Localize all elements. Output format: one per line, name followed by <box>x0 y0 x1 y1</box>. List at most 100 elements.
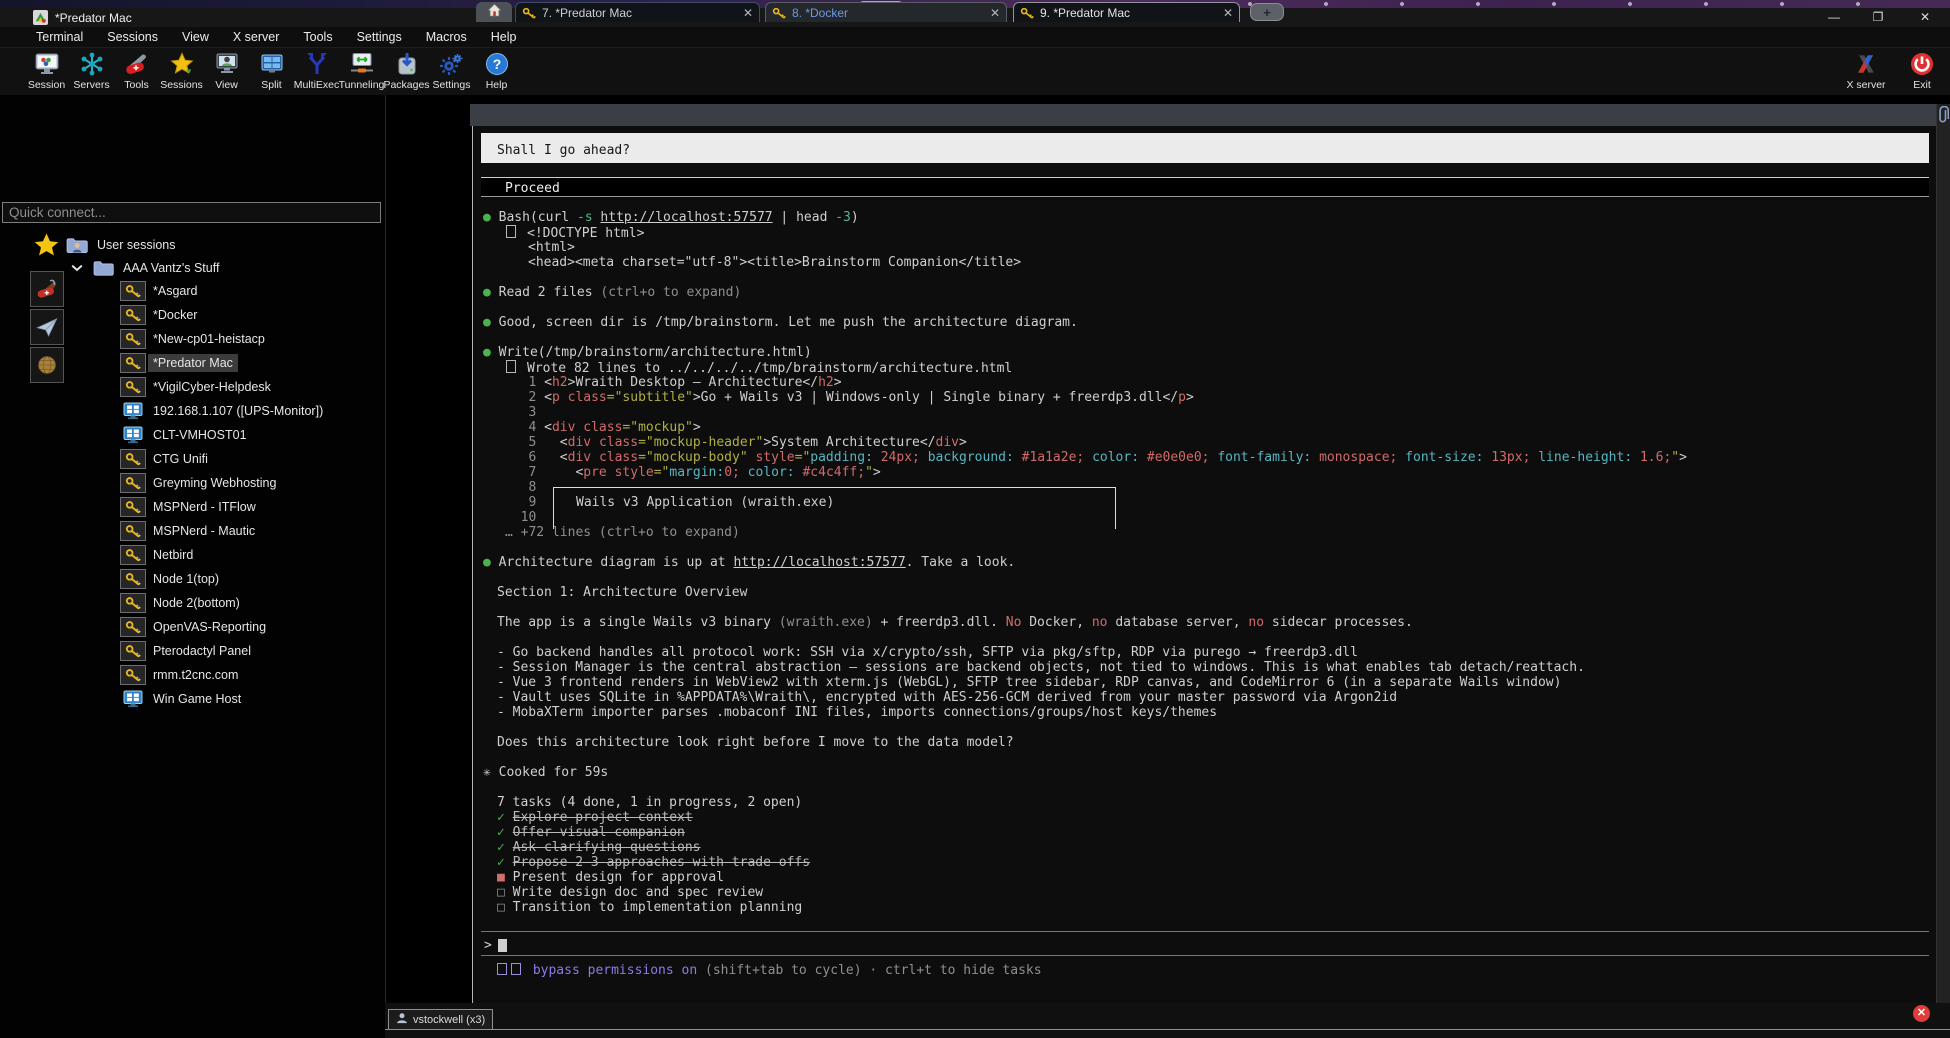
terminal-line: 7 <pre style="margin:0; color: #c4c4ff;"… <box>505 465 881 480</box>
toolbar-label: Exit <box>1913 79 1931 91</box>
terminal-line: ✓ Offer visual companion <box>497 825 685 840</box>
toolbar-label: Tools <box>124 79 149 91</box>
view-icon <box>214 51 240 77</box>
ssh-key-icon <box>120 665 146 685</box>
session-item-win-game-host[interactable]: Win Game Host <box>120 688 241 710</box>
toolbar-exit-button[interactable]: Exit <box>1894 48 1950 95</box>
session-item-node-1-top[interactable]: Node 1(top) <box>120 568 219 590</box>
session-item-rmm-t2cnc-com[interactable]: rmm.t2cnc.com <box>120 664 238 686</box>
toolbar-servers-button[interactable]: Servers <box>69 48 114 95</box>
toolbar-multiexec-button[interactable]: MultiExec <box>294 48 339 95</box>
tab-7-predator-mac[interactable]: 7. *Predator Mac✕ <box>515 2 760 22</box>
toolbar-label: X server <box>1846 79 1885 91</box>
session-item-vigilcyber-helpdesk[interactable]: *VigilCyber-Helpdesk <box>120 376 271 398</box>
terminal-line: 8 <box>505 480 536 495</box>
session-item-mspnerd-mautic[interactable]: MSPNerd - Mautic <box>120 520 255 542</box>
session-item-mspnerd-itflow[interactable]: MSPNerd - ITFlow <box>120 496 256 518</box>
menu-settings[interactable]: Settings <box>345 27 414 48</box>
terminal-line: ● Good, screen dir is /tmp/brainstorm. L… <box>483 315 1078 330</box>
session-item-greyming-webhosting[interactable]: Greyming Webhosting <box>120 472 276 494</box>
toolbar-right-group: X server Exit <box>1838 48 1950 95</box>
tab-9-predator-mac[interactable]: 9. *Predator Mac✕ <box>1013 2 1240 22</box>
menu-macros[interactable]: Macros <box>414 27 479 48</box>
session-item-docker[interactable]: *Docker <box>120 304 197 326</box>
toolbar-label: MultiExec <box>294 79 340 91</box>
session-label: OpenVAS-Reporting <box>153 620 266 634</box>
session-item-asgard[interactable]: *Asgard <box>120 280 197 302</box>
user-session-button[interactable]: vstockwell (x3) <box>388 1009 493 1030</box>
quick-connect-input[interactable] <box>2 202 381 223</box>
paperclip-icon[interactable] <box>1937 106 1949 123</box>
globe-icon[interactable] <box>30 347 64 383</box>
maximize-button[interactable]: ❐ <box>1858 8 1898 27</box>
tree-folder-aaa-vantz[interactable]: AAA Vantz's Stuff <box>71 257 219 279</box>
toolbar-x-server-button[interactable]: X server <box>1838 48 1894 95</box>
ssh-key-icon <box>120 593 146 613</box>
toolbar-label: Split <box>261 79 281 91</box>
new-tab-button[interactable]: + <box>1250 3 1284 21</box>
tab-8-docker[interactable]: 8. *Docker✕ <box>765 2 1007 22</box>
rdp-monitor-icon <box>120 425 146 445</box>
tab-close-icon[interactable]: ✕ <box>1215 6 1233 20</box>
session-label: Node 1(top) <box>153 572 219 586</box>
dialog-option-proceed[interactable]: Proceed <box>481 177 1929 197</box>
toolbar-packages-button[interactable]: Packages <box>384 48 429 95</box>
tab-home[interactable] <box>476 2 512 22</box>
tools-knife-icon[interactable] <box>30 271 64 307</box>
toolbar-sessions-button[interactable]: Sessions <box>159 48 204 95</box>
session-item-clt-vmhost01[interactable]: CLT-VMHOST01 <box>120 424 247 446</box>
terminal-line: 7 tasks (4 done, 1 in progress, 2 open) <box>497 795 802 810</box>
toolbar-session-button[interactable]: Session <box>24 48 69 95</box>
terminal-line: - Session Manager is the central abstrac… <box>497 660 1585 675</box>
toolbar-label: Packages <box>383 79 429 91</box>
toolbar-settings-button[interactable]: Settings <box>429 48 474 95</box>
terminal-line: - MobaXTerm importer parses .mobaconf IN… <box>497 705 1217 720</box>
toolbar-tunneling-button[interactable]: Tunneling <box>339 48 384 95</box>
terminal-line: Wrote 82 lines to ../../../../tmp/brains… <box>505 360 1012 375</box>
dialog-option-text: Proceed <box>505 181 560 196</box>
menu-help[interactable]: Help <box>479 27 529 48</box>
session-label: MSPNerd - Mautic <box>153 524 255 538</box>
terminal-scrollbar[interactable] <box>1936 104 1950 1030</box>
terminal-line: ✓ Propose 2-3 approaches with trade-offs <box>497 855 810 870</box>
terminal-line: ✓ Ask clarifying questions <box>497 840 701 855</box>
close-button[interactable]: ✕ <box>1905 8 1945 27</box>
session-item-node-2-bottom[interactable]: Node 2(bottom) <box>120 592 240 614</box>
tab-close-icon[interactable]: ✕ <box>735 6 753 20</box>
menu-tools[interactable]: Tools <box>291 27 344 48</box>
toolbar-view-button[interactable]: View <box>204 48 249 95</box>
tab-close-icon[interactable]: ✕ <box>982 6 1000 20</box>
close-terminal-button[interactable]: ✕ <box>1913 1005 1930 1022</box>
toolbar-help-button[interactable]: ?Help <box>474 48 519 95</box>
dialog-question-text: Shall I go ahead? <box>497 143 630 158</box>
session-label: Win Game Host <box>153 692 241 706</box>
folder-icon <box>93 260 115 276</box>
paper-plane-icon[interactable] <box>30 309 64 345</box>
terminal-line: <!DOCTYPE html> <box>505 225 644 240</box>
terminal-line: ✳ Cooked for 59s <box>483 765 608 780</box>
ssh-key-icon <box>522 7 537 19</box>
session-item-openvas-reporting[interactable]: OpenVAS-Reporting <box>120 616 266 638</box>
session-item-new-cp01-heistacp[interactable]: *New-cp01-heistacp <box>120 328 265 350</box>
toolbar-split-button[interactable]: Split <box>249 48 294 95</box>
mobaxterm-window: *Predator Mac — ❐ ✕ TerminalSessionsView… <box>0 0 1950 1038</box>
menu-view[interactable]: View <box>170 27 221 48</box>
menu-x-server[interactable]: X server <box>221 27 292 48</box>
session-item-192-168-1-107-ups-monitor[interactable]: 192.168.1.107 ([UPS-Monitor]) <box>120 400 323 422</box>
session-item-predator-mac[interactable]: *Predator Mac <box>120 352 238 374</box>
terminal-line: <head><meta charset="utf-8"><title>Brain… <box>528 255 1021 270</box>
tab-strip <box>470 104 1936 126</box>
minimize-button[interactable]: — <box>1814 8 1854 27</box>
session-item-ctg-unifi[interactable]: CTG Unifi <box>120 448 208 470</box>
session-item-pterodactyl-panel[interactable]: Pterodactyl Panel <box>120 640 251 662</box>
chevron-down-icon[interactable] <box>71 264 83 272</box>
session-item-netbird[interactable]: Netbird <box>120 544 193 566</box>
menu-terminal[interactable]: Terminal <box>24 27 95 48</box>
favorites-star-icon[interactable] <box>31 231 61 259</box>
toolbar-tools-button[interactable]: Tools <box>114 48 159 95</box>
ssh-key-icon <box>120 545 146 565</box>
window-title: *Predator Mac <box>55 11 132 25</box>
tree-root-user-sessions[interactable]: User sessions <box>66 234 176 256</box>
menu-sessions[interactable]: Sessions <box>95 27 170 48</box>
toolbar-left-group: SessionServers Tools SessionsView Split Mult… <box>24 48 519 95</box>
